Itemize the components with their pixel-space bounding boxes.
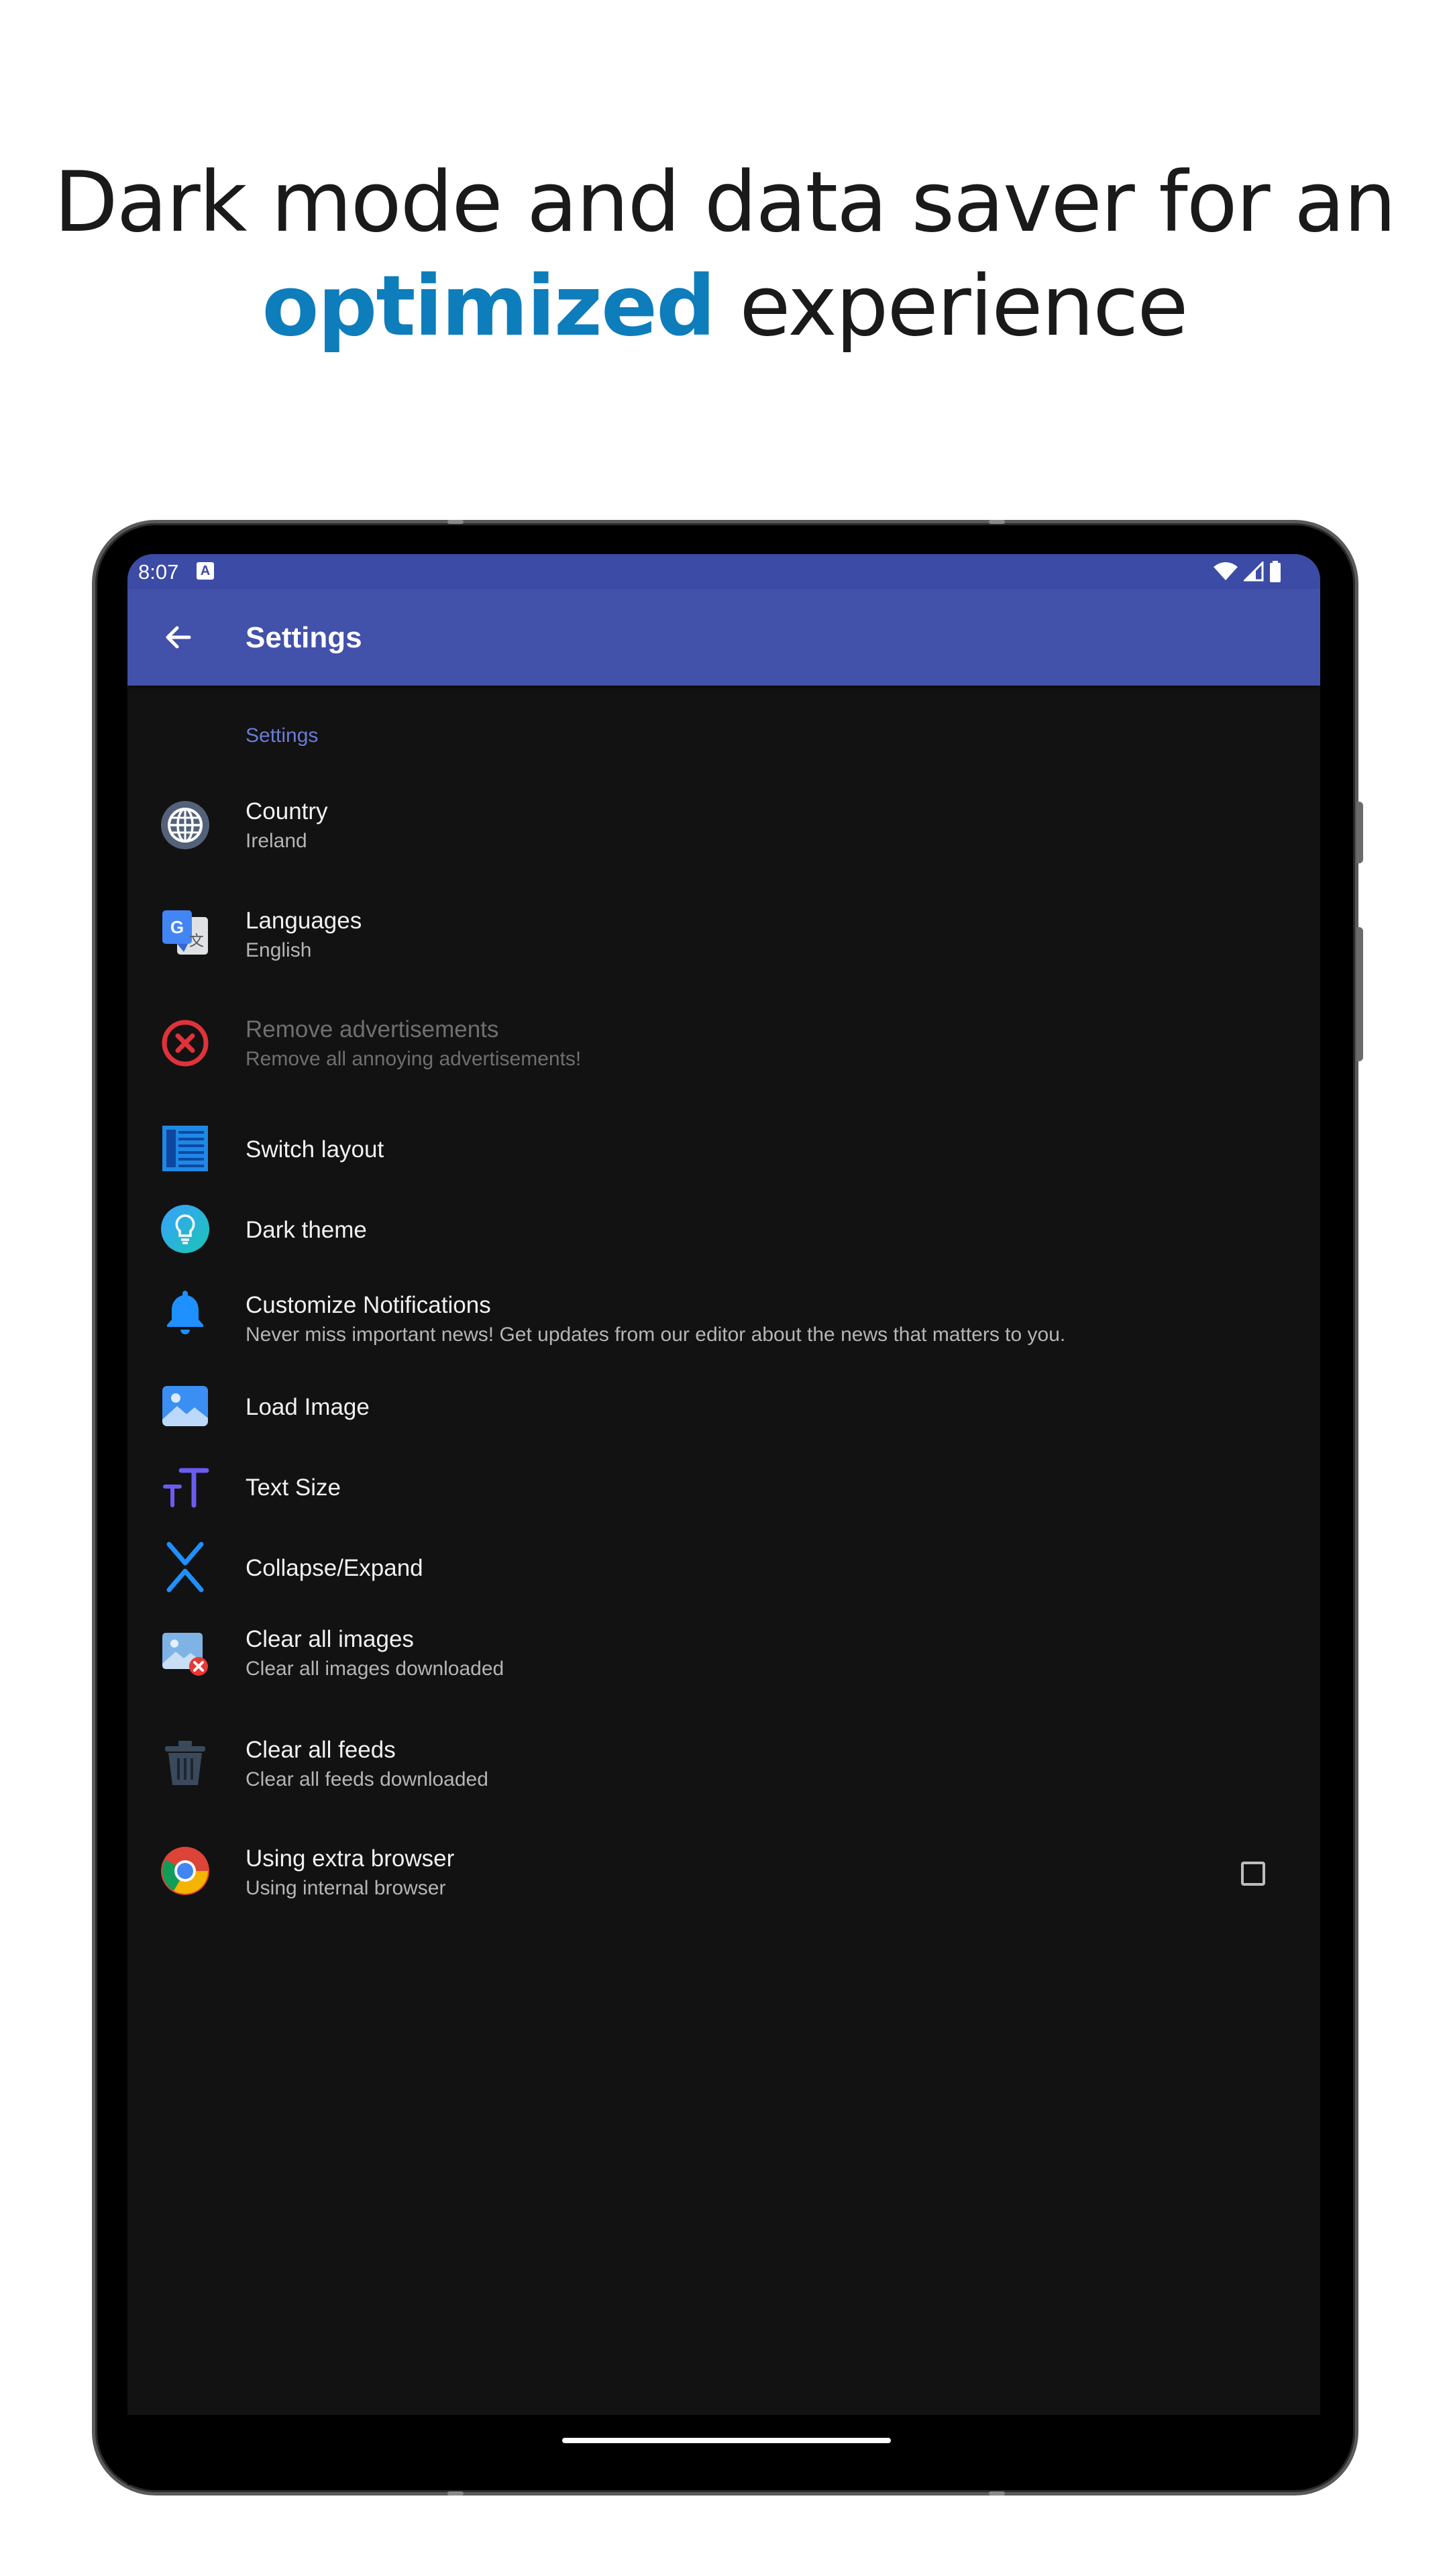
trash-icon xyxy=(165,1741,205,1785)
status-bar: 8:07 A xyxy=(127,554,1320,589)
text-size-icon xyxy=(163,1468,209,1508)
image-icon xyxy=(162,1386,208,1426)
app-screen: 8:07 A Settings Settings Country Ireland xyxy=(127,554,1320,2415)
setting-clear-feeds[interactable]: Clear all feeds Clear all feeds download… xyxy=(127,1718,1320,1809)
setting-clear-images[interactable]: Clear all images Clear all images downlo… xyxy=(127,1607,1320,1699)
notification-icon: A xyxy=(197,562,214,580)
setting-remove-ads-title: Remove advertisements xyxy=(246,1016,499,1042)
setting-remove-ads: Remove advertisements Remove all annoyin… xyxy=(127,1000,1320,1087)
setting-text-size-title: Text Size xyxy=(246,1474,341,1501)
headline-accent: optimized xyxy=(262,258,715,355)
clear-images-icon xyxy=(162,1633,208,1676)
battery-icon xyxy=(1270,561,1281,582)
setting-clear-feeds-title: Clear all feeds xyxy=(246,1737,396,1763)
setting-remove-ads-subtitle: Remove all annoying advertisements! xyxy=(246,1048,582,1070)
setting-load-image-title: Load Image xyxy=(246,1394,370,1420)
headline-line-1: Dark mode and data saver for an xyxy=(54,154,1396,251)
setting-languages[interactable]: G 文 Languages English xyxy=(127,892,1320,979)
back-arrow-icon[interactable] xyxy=(160,619,197,656)
frame-antenna-line xyxy=(989,520,1005,524)
setting-dark-theme[interactable]: Dark theme xyxy=(127,1189,1320,1269)
setting-notifications-subtitle: Never miss important news! Get updates f… xyxy=(246,1324,1066,1346)
headline-rest: experience xyxy=(714,258,1188,355)
setting-collapse-expand-title: Collapse/Expand xyxy=(246,1555,423,1581)
extra-browser-checkbox[interactable] xyxy=(1241,1862,1265,1886)
setting-clear-feeds-subtitle: Clear all feeds downloaded xyxy=(246,1768,488,1790)
frame-antenna-line xyxy=(447,2491,464,2496)
setting-country[interactable]: Country Ireland xyxy=(127,782,1320,869)
setting-extra-browser-title: Using extra browser xyxy=(246,1845,455,1872)
setting-extra-browser-subtitle: Using internal browser xyxy=(246,1877,446,1899)
setting-switch-layout-title: Switch layout xyxy=(246,1136,384,1163)
setting-switch-layout[interactable]: Switch layout xyxy=(127,1108,1320,1189)
status-time: 8:07 xyxy=(138,560,179,584)
close-circle-icon xyxy=(162,1020,209,1067)
setting-collapse-expand[interactable]: Collapse/Expand xyxy=(127,1527,1320,1607)
navigation-bar xyxy=(127,2415,1320,2485)
power-button xyxy=(1356,927,1363,1061)
setting-clear-images-title: Clear all images xyxy=(246,1626,414,1652)
frame-antenna-line xyxy=(447,520,464,524)
bell-icon xyxy=(167,1291,203,1334)
setting-country-subtitle: Ireland xyxy=(246,830,307,852)
setting-extra-browser[interactable]: Using extra browser Using internal brows… xyxy=(127,1827,1320,1918)
lightbulb-icon xyxy=(161,1205,209,1253)
setting-customize-notifications[interactable]: Customize Notifications Never miss impor… xyxy=(127,1269,1320,1363)
wifi-icon xyxy=(1214,562,1238,580)
google-translate-icon: G 文 xyxy=(162,910,208,955)
setting-clear-images-subtitle: Clear all images downloaded xyxy=(246,1658,504,1680)
app-toolbar: Settings xyxy=(127,589,1320,686)
settings-section-header: Settings xyxy=(246,724,319,747)
setting-dark-theme-title: Dark theme xyxy=(246,1217,367,1243)
setting-load-image[interactable]: Load Image xyxy=(127,1366,1320,1446)
headline-line-2: optimized experience xyxy=(0,255,1449,359)
promo-headline: Dark mode and data saver for an optimize… xyxy=(0,151,1449,359)
svg-text:G: G xyxy=(170,917,184,937)
frame-antenna-line xyxy=(989,2491,1005,2496)
system-icons xyxy=(1213,561,1281,582)
setting-languages-subtitle: English xyxy=(246,939,312,961)
setting-notifications-title: Customize Notifications xyxy=(246,1292,491,1318)
svg-text:文: 文 xyxy=(189,933,204,950)
setting-languages-title: Languages xyxy=(246,908,362,934)
setting-country-title: Country xyxy=(246,798,328,824)
list-layout-icon xyxy=(162,1126,208,1171)
volume-button xyxy=(1356,802,1363,863)
signal-icon xyxy=(1244,561,1264,582)
globe-icon xyxy=(161,801,209,849)
home-gesture-handle[interactable] xyxy=(562,2438,891,2443)
collapse-expand-icon xyxy=(166,1542,204,1593)
chrome-icon xyxy=(161,1847,209,1895)
toolbar-title: Settings xyxy=(246,621,362,654)
setting-text-size[interactable]: Text Size xyxy=(127,1446,1320,1527)
